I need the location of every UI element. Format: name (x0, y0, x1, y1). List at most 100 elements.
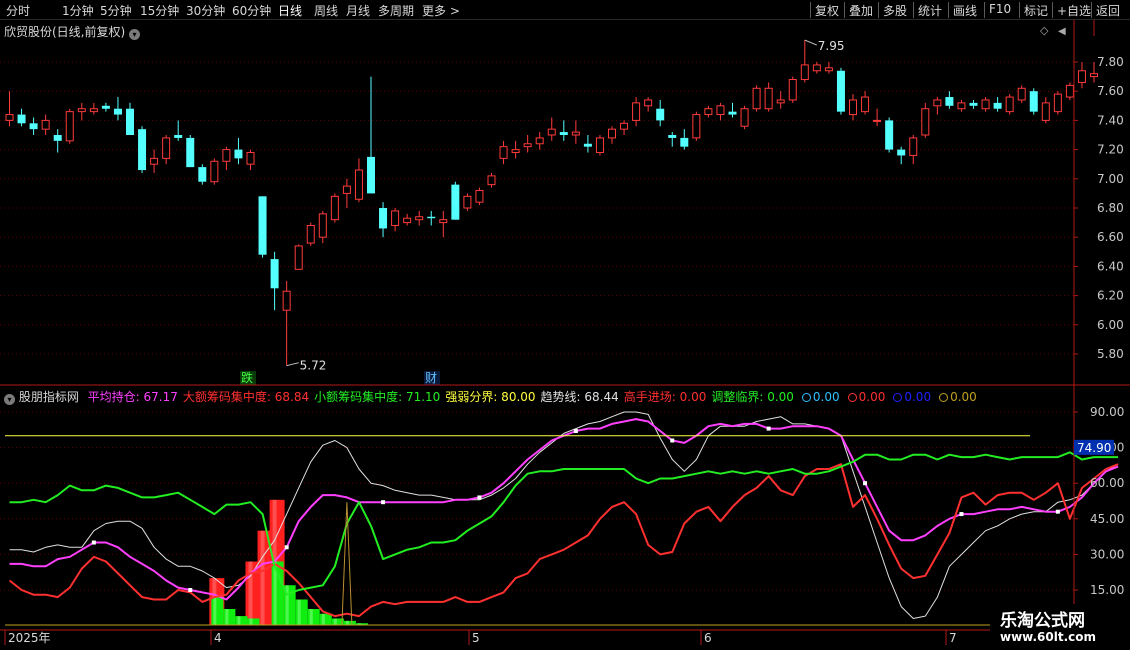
tab-4[interactable]: 30分钟 (186, 2, 225, 19)
candle-body (680, 137, 689, 147)
candle-body (77, 108, 86, 113)
tab-10[interactable]: 更多 > (422, 2, 460, 19)
green-bar-highlight (213, 597, 217, 625)
candle (499, 140, 508, 165)
tab-8[interactable]: 月线 (346, 2, 370, 19)
green-bar (319, 613, 332, 625)
avg-marker (477, 495, 482, 500)
toolbar-button-1[interactable]: 叠加 (849, 2, 873, 19)
candle (451, 181, 460, 220)
candle-body (463, 195, 472, 209)
candle-body (620, 122, 629, 130)
candle (632, 97, 641, 127)
candle (656, 99, 665, 127)
ind-axis-label: 45.00 (1090, 512, 1124, 526)
candle-body (294, 245, 303, 270)
candle (873, 108, 882, 127)
green-bar (307, 608, 320, 625)
kline-chart[interactable]: 7.95 5.72 跌 财 7.80 7.60 7.40 7.20 7.00 6.80 6.60 6… (0, 0, 1130, 650)
candle-body (535, 137, 544, 145)
candle (439, 210, 448, 238)
tab-5[interactable]: 60分钟 (232, 2, 271, 19)
candle-body (945, 97, 954, 106)
candle-body (692, 114, 701, 139)
candle (162, 135, 171, 165)
chevron-down-icon[interactable]: ▾ (4, 394, 15, 405)
toolbar-button-7[interactable]: +自选 (1057, 2, 1091, 19)
indicator-name[interactable]: 股朋指标网 (19, 390, 79, 404)
legend-item-0: 平均持仓: 67.17 (87, 390, 178, 404)
toolbar-button-3[interactable]: 统计 (918, 2, 942, 19)
tab-3[interactable]: 15分钟 (140, 2, 179, 19)
tab-9[interactable]: 多周期 (378, 2, 414, 19)
price-axis-label: 5.80 (1097, 347, 1124, 361)
candle-body (608, 128, 616, 139)
candle (728, 102, 737, 118)
toolbar-button-6[interactable]: 标记 (1024, 2, 1048, 19)
toolbar-button-2[interactable]: 多股 (883, 2, 907, 19)
candle (1005, 94, 1014, 115)
candle-body (439, 219, 448, 224)
candle-body (812, 64, 821, 72)
legend-item-6: 调整临界: 0.00 (711, 390, 794, 404)
watermark-url: www.60lt.com (1000, 630, 1097, 644)
candle-body (740, 108, 749, 127)
series-line-2 (8, 463, 1119, 618)
legend-item-9: 0.00 (904, 390, 932, 404)
candle (222, 146, 231, 171)
candle-body (885, 120, 894, 150)
candle-body (897, 149, 906, 156)
tab-7[interactable]: 周线 (314, 2, 338, 19)
candle-body (644, 99, 653, 107)
candle (1077, 62, 1086, 89)
candle (65, 108, 74, 144)
collapse-icon: ◀ (1058, 26, 1066, 37)
candle-body (993, 102, 1002, 109)
green-bar (223, 608, 236, 625)
candle-body (571, 131, 580, 136)
toolbar-separator (810, 2, 811, 18)
toolbar-button-0[interactable]: 复权 (815, 2, 839, 19)
candle-body (511, 149, 520, 154)
diamond-icon: ◇ (1040, 24, 1049, 37)
toolbar-button-4[interactable]: 画线 (953, 2, 977, 19)
candle (1053, 91, 1062, 115)
candle (379, 202, 388, 238)
indicator-title-bar[interactable]: ▾ 股朋指标网 平均持仓: 67.17 大额筹码集中度: 68.84 小额筹码集中度… (4, 388, 977, 405)
toolbar-button-8[interactable]: 返回 (1096, 2, 1120, 19)
candle-body (1029, 91, 1038, 112)
candle (704, 105, 713, 118)
candle-body (270, 259, 279, 289)
chevron-down-icon[interactable]: ▾ (129, 29, 141, 40)
legend-indicator-icon (893, 393, 903, 402)
stock-title[interactable]: 欣贸股份(日线,前复权) ▾ (4, 23, 141, 40)
tab-2[interactable]: 5分钟 (100, 2, 132, 19)
green-bar (211, 597, 224, 625)
green-bar-highlight (297, 599, 301, 625)
candle-body (427, 216, 436, 219)
toolbar-separator (948, 2, 949, 18)
candle-body (716, 105, 725, 116)
tab-1[interactable]: 1分钟 (62, 2, 94, 19)
candle-body (101, 105, 110, 109)
candle (210, 158, 219, 185)
candle (270, 251, 279, 311)
candle-body (53, 135, 62, 141)
candle (234, 137, 243, 165)
candle (415, 210, 424, 226)
avg-marker (573, 428, 578, 433)
ind-axis-label: 30.00 (1090, 547, 1124, 561)
toolbar-button-5[interactable]: F10 (989, 2, 1011, 16)
series-line-1 (9, 418, 1119, 601)
candle-body (391, 210, 400, 227)
tab-0[interactable]: 分时 (6, 2, 30, 19)
candle (583, 135, 592, 153)
price-axis-label: 6.40 (1097, 259, 1124, 273)
candle (403, 213, 412, 226)
tab-6[interactable]: 日线 (278, 2, 302, 19)
candle-body (861, 96, 870, 113)
candle-body (824, 67, 833, 72)
candle-body (198, 167, 207, 182)
min-price-label: 5.72 (300, 359, 327, 373)
max-price-label: 7.95 (818, 39, 845, 53)
